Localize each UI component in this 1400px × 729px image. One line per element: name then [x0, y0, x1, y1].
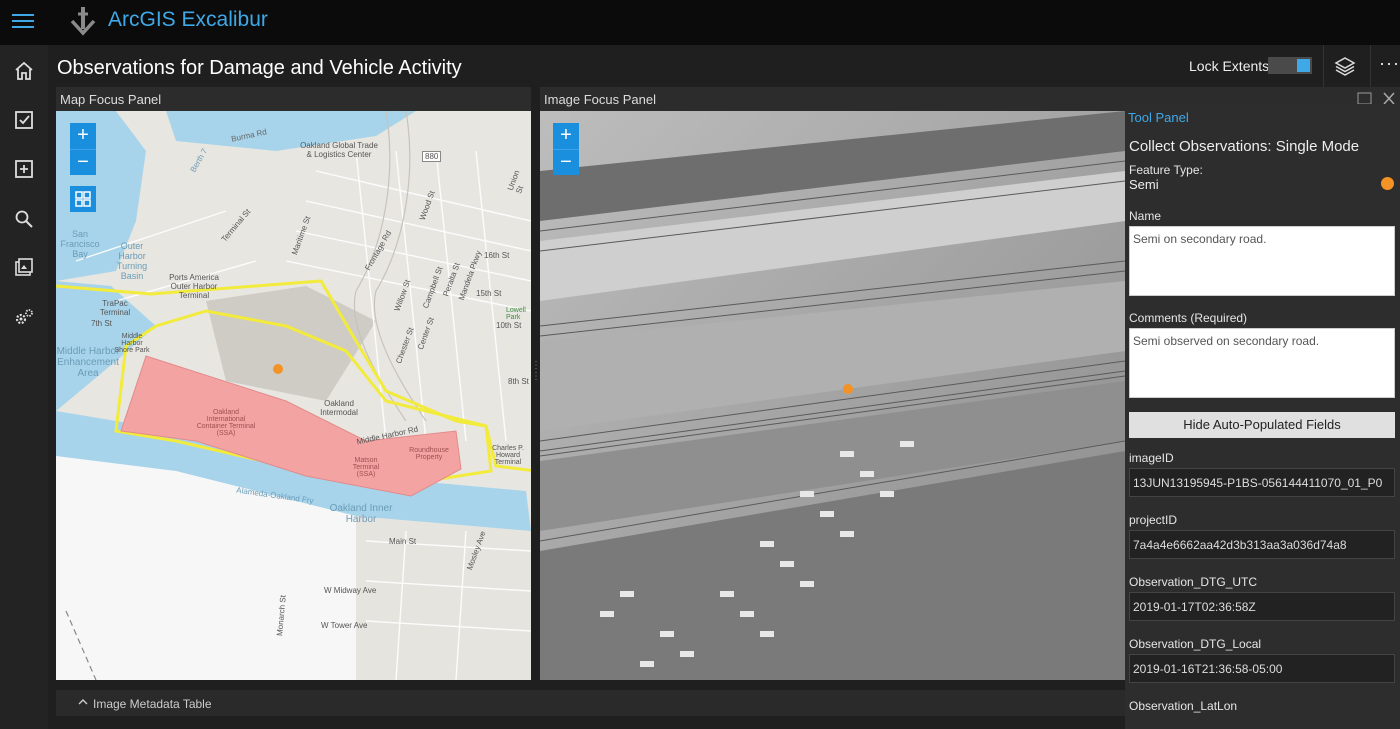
image-gallery-icon[interactable] — [12, 256, 36, 280]
left-sidebar — [0, 45, 48, 729]
tool-panel-title: Tool Panel — [1128, 110, 1189, 125]
project-id-field[interactable]: 7a4a4e6662aa42d3b313aa3a036d74a8 — [1129, 530, 1395, 559]
close-icon[interactable] — [1383, 92, 1395, 105]
satellite-image[interactable] — [540, 111, 1125, 680]
map-label: W Tower Ave — [321, 621, 368, 630]
image-zoom-control: + − — [553, 123, 579, 175]
feature-type-marker — [1381, 177, 1394, 190]
feature-type-value: Semi — [1129, 177, 1159, 192]
field-label: imageID — [1129, 451, 1174, 465]
map-label: TraPac Terminal — [99, 299, 131, 317]
field-label: projectID — [1129, 513, 1178, 527]
lock-extents-label: Lock Extents — [1189, 58, 1270, 74]
app-header: ArcGIS Excalibur — [0, 0, 1400, 45]
map-label: Main St — [389, 537, 417, 546]
map-label: 8th St — [508, 377, 529, 386]
map-label: Lowell Park — [506, 307, 526, 321]
ellipsis-icon[interactable]: ··· — [1379, 53, 1400, 74]
divider — [1323, 45, 1324, 87]
map-label: Oakland Intermodal — [320, 399, 358, 417]
app-title: ArcGIS Excalibur — [108, 8, 268, 31]
zoom-out-button[interactable]: − — [70, 149, 96, 175]
home-icon[interactable] — [12, 59, 36, 83]
hamburger-icon[interactable] — [12, 10, 34, 32]
map-label: Charles P. Howard Terminal — [492, 445, 524, 466]
maximize-icon[interactable] — [1357, 92, 1372, 105]
image-metadata-table-label: Image Metadata Table — [93, 697, 212, 711]
name-input[interactable]: Semi on secondary road. — [1129, 226, 1395, 296]
chevron-up-icon[interactable] — [77, 696, 89, 708]
panel-resize-handle[interactable]: ⋮ ⋮ — [531, 360, 541, 400]
divider — [1370, 45, 1371, 87]
map-label: 880 — [422, 151, 442, 162]
layers-icon[interactable] — [1333, 54, 1357, 78]
tool-panel: Tool Panel Collect Observations: Single … — [1125, 104, 1400, 729]
map-label: Matson Terminal (SSA) — [352, 457, 380, 478]
map-label: W Midway Ave — [324, 586, 377, 595]
map-label: Outer Harbor Turning Basin — [116, 241, 148, 281]
hide-auto-populated-fields-button[interactable]: Hide Auto-Populated Fields — [1129, 412, 1395, 438]
comments-input[interactable]: Semi observed on secondary road. — [1129, 328, 1395, 398]
map-label: Ports America Outer Harbor Terminal — [169, 273, 219, 300]
map-zoom-control: + − — [70, 123, 96, 175]
map-label: Oakland Global Trade & Logistics Center — [300, 141, 378, 159]
image-id-field[interactable]: 13JUN13195945-P1BS-056144411070_01_P0 — [1129, 468, 1395, 497]
map-label: 7th St — [91, 319, 112, 328]
map-label: 15th St — [476, 289, 502, 298]
gears-icon[interactable] — [12, 306, 36, 330]
map-label: Oakland International Container Terminal… — [196, 409, 256, 437]
image-view[interactable]: + − — [540, 111, 1125, 680]
name-label: Name — [1129, 209, 1162, 223]
search-icon[interactable] — [12, 207, 36, 231]
zoom-in-button[interactable]: + — [553, 123, 579, 149]
observation-dtg-utc-field[interactable]: 2019-01-17T02:36:58Z — [1129, 592, 1395, 621]
add-square-icon[interactable] — [12, 157, 36, 181]
checkbox-icon[interactable] — [12, 108, 36, 132]
feature-type-label: Feature Type: — [1129, 163, 1203, 177]
comments-label: Comments (Required) — [1129, 311, 1248, 325]
map-label: Middle Harbor Shore Park — [114, 333, 150, 354]
field-label: Observation_DTG_UTC — [1129, 575, 1258, 589]
map-label: San Francisco Bay — [60, 229, 100, 259]
field-label: Observation_DTG_Local — [1129, 637, 1262, 651]
page-header: Observations for Damage and Vehicle Acti… — [48, 45, 1400, 87]
field-label: Observation_LatLon — [1129, 699, 1238, 713]
map-label: 10th St — [496, 321, 522, 330]
map-canvas[interactable] — [56, 111, 531, 680]
observation-dtg-local-field[interactable]: 2019-01-16T21:36:58-05:00 — [1129, 654, 1395, 683]
collect-mode-title: Collect Observations: Single Mode — [1129, 138, 1360, 155]
map-label: Oakland Inner Harbor — [329, 503, 393, 525]
excalibur-logo — [70, 7, 96, 36]
zoom-in-button[interactable]: + — [70, 123, 96, 149]
map-view[interactable]: Oakland Global Trade & Logistics Center … — [56, 111, 531, 680]
map-label: Roundhouse Property — [409, 447, 449, 461]
grid-icon[interactable] — [70, 186, 96, 212]
map-focus-panel-title: Map Focus Panel — [56, 87, 531, 111]
lock-extents-toggle[interactable] — [1268, 57, 1312, 74]
zoom-out-button[interactable]: − — [553, 149, 579, 175]
metadata-table-bar[interactable]: Image Metadata Table — [56, 690, 1125, 716]
map-label: 16th St — [484, 251, 510, 260]
page-title: Observations for Damage and Vehicle Acti… — [57, 57, 462, 79]
